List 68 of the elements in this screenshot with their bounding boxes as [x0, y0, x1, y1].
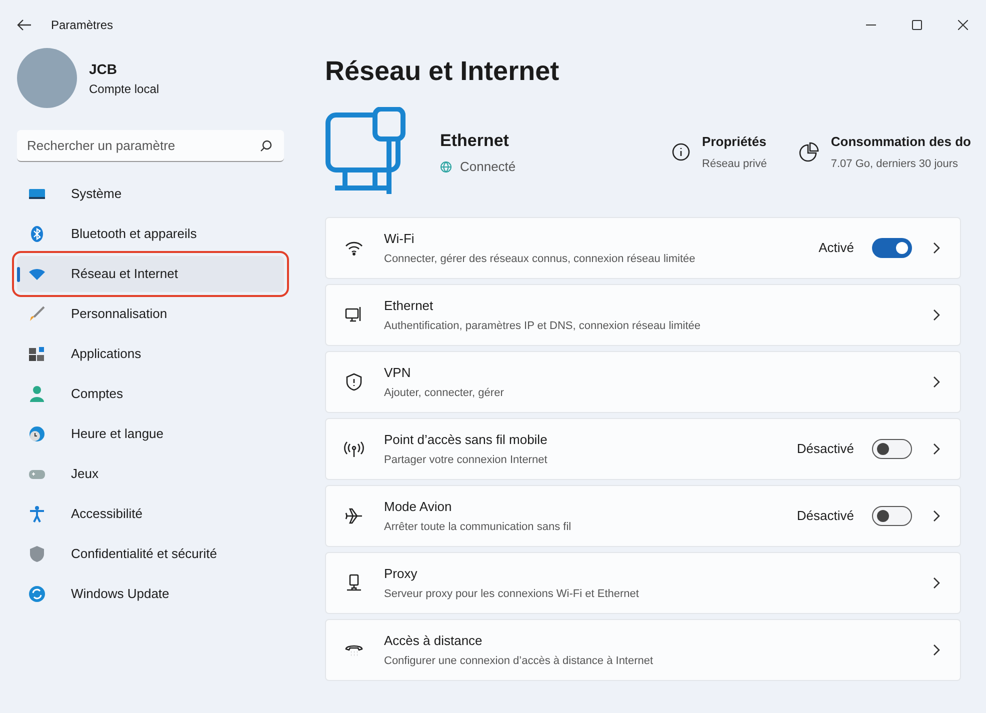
toggle-state-label: Activé	[818, 239, 854, 258]
sidebar-item[interactable]: Applications	[17, 336, 284, 372]
settings-card[interactable]: Point d’accès sans fil mobile Partager votre connexion Internet Désactivé	[325, 418, 961, 480]
accessibility-icon	[28, 505, 46, 523]
setting-description: Configurer une connexion d’accès à distance à Internet	[384, 654, 654, 669]
sidebar-item[interactable]: Système	[17, 176, 284, 212]
sidebar-item[interactable]: Comptes	[17, 376, 284, 412]
sidebar-item[interactable]: Jeux	[17, 456, 284, 492]
toggle-switch[interactable]	[872, 439, 912, 459]
setting-title: Ethernet	[384, 296, 434, 314]
toggle-switch[interactable]	[872, 238, 912, 258]
page-title: Réseau et Internet	[325, 58, 560, 85]
minimize-icon	[866, 24, 876, 26]
brush-icon	[28, 305, 46, 323]
back-arrow-icon[interactable]	[16, 17, 32, 33]
window-title: Paramètres	[51, 17, 114, 34]
hotspot-icon	[344, 439, 364, 459]
data-usage-link[interactable]: Consommation des do 7.07 Go, derniers 30 jours	[798, 132, 971, 172]
toggle-switch[interactable]	[872, 506, 912, 526]
sidebar-item[interactable]: Heure et langue	[17, 416, 284, 452]
sidebar-item[interactable]: Bluetooth et appareils	[17, 216, 284, 252]
shield-icon	[344, 372, 364, 392]
sidebar-item[interactable]: Personnalisation	[17, 296, 284, 332]
pie-chart-icon	[798, 142, 819, 162]
globe-icon	[440, 160, 452, 173]
sidebar-item[interactable]: Réseau et Internet	[17, 256, 284, 292]
update-icon	[28, 585, 46, 603]
search-field[interactable]: Rechercher un paramètre	[17, 130, 284, 162]
connection-name: Ethernet	[440, 130, 510, 152]
setting-title: VPN	[384, 364, 412, 382]
setting-description: Arrêter toute la communication sans fil	[384, 520, 572, 535]
user-name: JCB	[89, 60, 118, 78]
setting-title: Proxy	[384, 564, 418, 583]
search-icon	[260, 140, 272, 152]
sidebar-item[interactable]: Accessibilité	[17, 496, 284, 532]
setting-description: Ajouter, connecter, gérer	[384, 386, 504, 401]
selection-indicator	[17, 267, 20, 282]
setting-title: Wi-Fi	[384, 230, 416, 248]
toggle-state-label: Désactivé	[796, 507, 854, 526]
apps-icon	[28, 345, 46, 363]
clock-icon	[28, 425, 46, 443]
settings-card[interactable]: Proxy Serveur proxy pour les connexions Wi-Fi et Ethernet	[325, 552, 961, 614]
properties-link[interactable]: Propriétés Réseau privé	[672, 132, 767, 172]
setting-title: Mode Avion	[384, 498, 453, 516]
settings-card[interactable]: Mode Avion Arrêter toute la communication sans fil Désactivé	[325, 485, 961, 547]
settings-card[interactable]: Wi-Fi Connecter, gérer des réseaux connus, connexion réseau limitée Activé	[325, 217, 961, 279]
toggle-state-label: Désactivé	[796, 440, 854, 458]
maximize-icon	[912, 20, 922, 30]
settings-card[interactable]: Accès à distance Configurer une connexion d’accès à distance à Internet	[325, 619, 961, 681]
setting-description: Serveur proxy pour les connexions Wi-Fi et Ethernet	[384, 587, 639, 602]
settings-card[interactable]: VPN Ajouter, connecter, gérer	[325, 351, 961, 413]
shield-icon	[28, 545, 46, 563]
setting-title: Accès à distance	[384, 632, 484, 650]
connection-status: Connecté	[460, 158, 516, 176]
sidebar-item[interactable]: Confidentialité et sécurité	[17, 536, 284, 572]
person-icon	[28, 385, 46, 403]
setting-title: Point d’accès sans fil mobile	[384, 430, 548, 448]
proxy-icon	[344, 573, 364, 593]
info-icon	[672, 143, 690, 161]
account-type: Compte local	[89, 80, 160, 98]
settings-card[interactable]: Ethernet Authentification, paramètres IP et DNS, connexion réseau limitée	[325, 284, 961, 346]
sidebar-item[interactable]: Windows Update	[17, 576, 284, 612]
setting-description: Partager votre connexion Internet	[384, 453, 548, 468]
setting-description: Connecter, gérer des réseaux connus, connexion réseau limitée	[384, 252, 696, 267]
airplane-icon	[344, 506, 364, 526]
setting-description: Authentification, paramètres IP et DNS, connexion réseau limitée	[384, 319, 701, 334]
bluetooth-icon	[28, 225, 46, 243]
close-icon	[958, 20, 968, 30]
